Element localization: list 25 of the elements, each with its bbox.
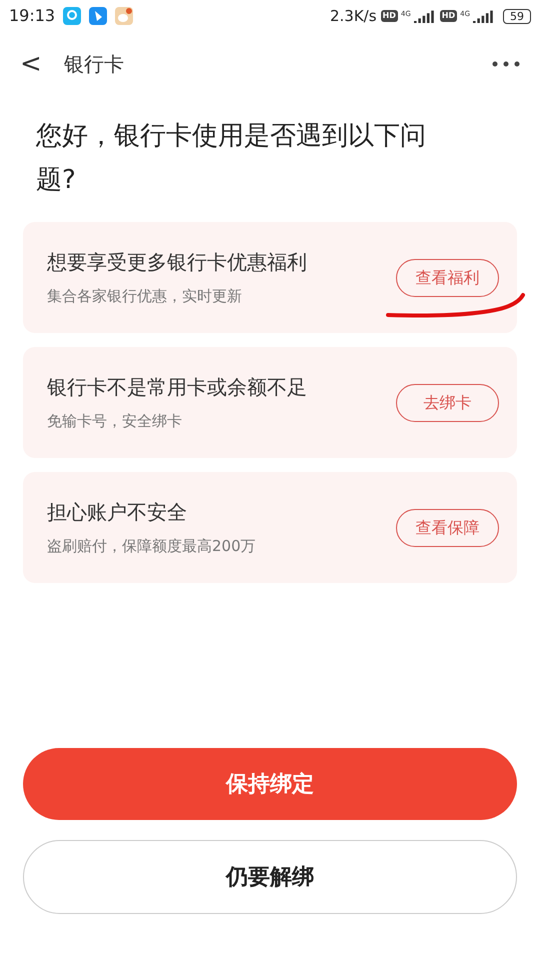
card-subtitle: 集合各家银行优惠，实时更新	[47, 286, 243, 308]
card-action-button[interactable]: 查看保障	[396, 508, 499, 546]
keep-button[interactable]: 保持绑定	[23, 748, 517, 820]
card-title: 担心账户不安全	[47, 499, 188, 526]
question-heading: 您好，银行卡使用是否遇到以下问题?	[35, 120, 427, 197]
card-subtitle: 盗刷赔付，保障额度最高200万	[47, 536, 257, 558]
app-icon	[89, 7, 108, 25]
card-title: 想要享受更多银行卡优惠福利	[47, 249, 308, 276]
card-action-button[interactable]: 去绑卡	[396, 384, 499, 422]
page-title: 银行卡	[64, 51, 125, 78]
unbind-button[interactable]: 仍要解绑	[23, 840, 517, 914]
card-title: 银行卡不是常用卡或余额不足	[47, 374, 308, 402]
app-icon	[63, 7, 82, 25]
signal-icon	[414, 9, 436, 23]
back-button[interactable]: <	[20, 51, 42, 77]
battery-icon: 59	[503, 8, 531, 24]
status-time: 19:13	[9, 5, 56, 27]
card-subtitle: 免输卡号，安全绑卡	[47, 411, 183, 432]
network-speed: 2.3K/s	[330, 6, 377, 27]
hd-badge: HD	[440, 10, 458, 22]
signal-icon	[473, 9, 495, 23]
more-icon[interactable]	[492, 61, 520, 67]
hd-badge: HD	[380, 10, 398, 22]
app-icon	[115, 7, 134, 25]
card-action-button[interactable]: 查看福利	[396, 258, 499, 296]
